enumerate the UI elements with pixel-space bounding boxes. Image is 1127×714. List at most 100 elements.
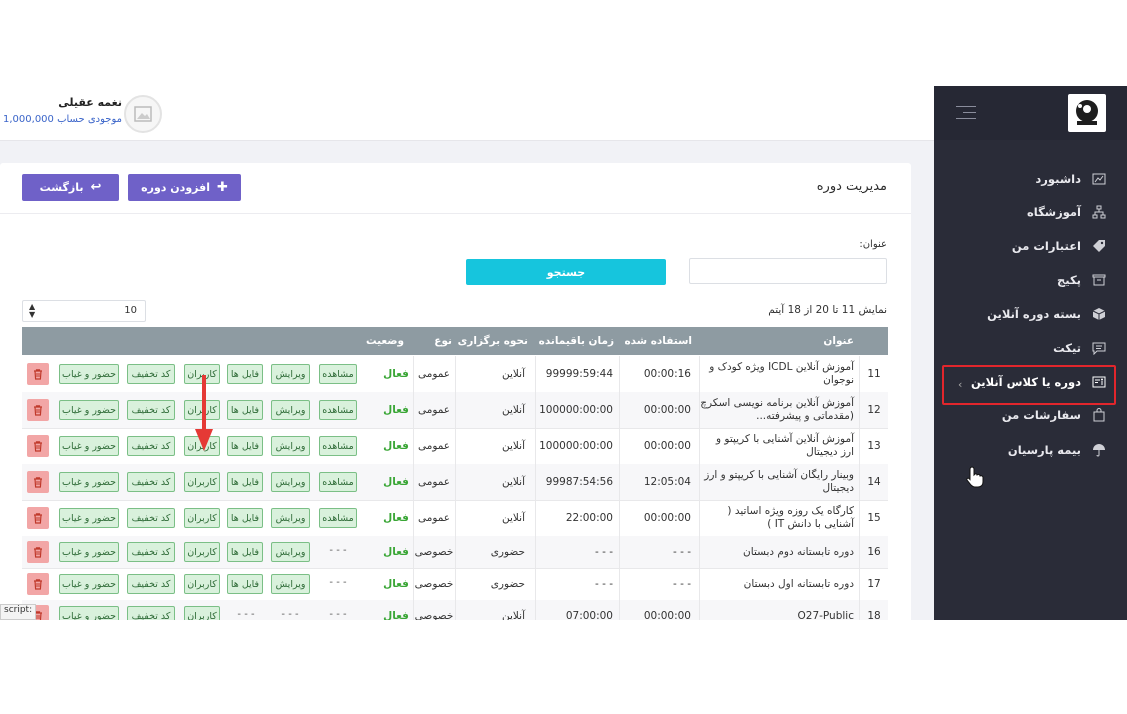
view-button[interactable]: مشاهده: [319, 400, 357, 420]
course-type: عمومی: [413, 428, 456, 464]
users-button[interactable]: کاربران: [184, 542, 220, 562]
edit-button[interactable]: ویرایش: [271, 508, 310, 528]
discount-code-button[interactable]: کد تخفیف: [127, 364, 175, 384]
edit-button[interactable]: ویرایش: [271, 574, 310, 594]
attendance-button[interactable]: حضور و غیاب: [59, 574, 119, 594]
delete-button[interactable]: [27, 435, 49, 457]
users-button[interactable]: کاربران: [184, 508, 220, 528]
time-remaining: 99999:59:44: [536, 356, 620, 392]
files-button[interactable]: فایل ها: [227, 472, 263, 492]
discount-code-button[interactable]: کد تخفیف: [127, 542, 175, 562]
time-used: 00:00:00: [620, 392, 700, 428]
back-button[interactable]: ↩ بازگشت: [22, 174, 119, 201]
edit-button[interactable]: ویرایش: [271, 472, 310, 492]
discount-code-button[interactable]: کد تخفیف: [127, 436, 175, 456]
row-index: 18: [859, 600, 888, 620]
sidebar-item-orders[interactable]: سفارشات من: [934, 404, 1127, 426]
table-row: 11 آموزش آنلاین ICDL ویژه کودک و نوجوان 00…: [22, 356, 888, 393]
view-button[interactable]: مشاهده: [319, 364, 357, 384]
delivery-mode: آنلاین: [456, 464, 536, 500]
discount-code-button[interactable]: کد تخفیف: [127, 472, 175, 492]
menu-toggle-icon[interactable]: [956, 106, 976, 120]
files-button[interactable]: فایل ها: [227, 508, 263, 528]
delivery-mode: حضوری: [456, 568, 536, 600]
edit-button[interactable]: ویرایش: [271, 436, 310, 456]
users-button[interactable]: کاربران: [184, 472, 220, 492]
users-button[interactable]: کاربران: [184, 606, 220, 620]
files-button[interactable]: فایل ها: [227, 542, 263, 562]
time-used: 00:00:00: [620, 500, 700, 536]
sidebar-item-online-class[interactable]: دوره یا کلاس آنلاین: [934, 371, 1127, 393]
time-used: 00:00:00: [620, 428, 700, 464]
view-button[interactable]: مشاهده: [319, 508, 357, 528]
column-held[interactable]: نحوه برگزاری: [458, 327, 528, 355]
search-button[interactable]: جستجو: [466, 259, 666, 285]
column-used[interactable]: استفاده شده: [624, 327, 692, 355]
table-row: 13 آموزش آنلاین آشنایی با کریپتو و ارز دی…: [22, 428, 888, 465]
title-filter-input[interactable]: [689, 258, 887, 284]
empty-action-placeholder: - - -: [281, 609, 299, 620]
discount-code-button[interactable]: کد تخفیف: [127, 400, 175, 420]
attendance-button[interactable]: حضور و غیاب: [59, 400, 119, 420]
trash-icon: [34, 547, 42, 558]
sidebar-item-insurance[interactable]: بیمه پارسیان: [934, 439, 1127, 461]
discount-code-button[interactable]: کد تخفیف: [127, 508, 175, 528]
status-badge: فعال: [379, 464, 414, 500]
time-used: 12:05:04: [620, 464, 700, 500]
page-size-select[interactable]: 10 ▲ ▼: [22, 300, 146, 322]
row-index: 13: [859, 428, 888, 464]
card-divider: [0, 213, 911, 214]
column-type[interactable]: نوع: [434, 327, 452, 355]
attendance-button[interactable]: حضور و غیاب: [59, 606, 119, 620]
view-button[interactable]: مشاهده: [319, 472, 357, 492]
attendance-button[interactable]: حضور و غیاب: [59, 364, 119, 384]
column-title[interactable]: عنوان: [823, 327, 854, 355]
delete-button[interactable]: [27, 399, 49, 421]
files-button[interactable]: فایل ها: [227, 364, 263, 384]
files-button[interactable]: فایل ها: [227, 400, 263, 420]
hand-cursor-icon: [966, 466, 984, 488]
sidebar-item-school[interactable]: آموزشگاه: [934, 201, 1127, 223]
sidebar: داشبورد آموزشگاه اعتبارات من پکیج بسته د…: [934, 86, 1127, 620]
view-button[interactable]: مشاهده: [319, 436, 357, 456]
discount-code-button[interactable]: کد تخفیف: [127, 574, 175, 594]
attendance-button[interactable]: حضور و غیاب: [59, 436, 119, 456]
edit-button[interactable]: ویرایش: [271, 542, 310, 562]
time-remaining: - - -: [536, 536, 620, 568]
course-title: دوره تابستانه اول دبستان: [743, 577, 854, 590]
attendance-button[interactable]: حضور و غیاب: [59, 472, 119, 492]
discount-code-button[interactable]: کد تخفیف: [127, 606, 175, 620]
add-course-button[interactable]: ✚ افزودن دوره: [128, 174, 241, 201]
empty-action-placeholder: - - -: [329, 609, 347, 620]
table-header: عنوان استفاده شده زمان باقیمانده نحوه بر…: [22, 327, 888, 355]
column-status[interactable]: وضعیت: [366, 327, 404, 355]
edit-button[interactable]: ویرایش: [271, 364, 310, 384]
user-avatar[interactable]: [124, 95, 162, 133]
red-arrow-annotation: [195, 375, 213, 451]
sidebar-item-label: بیمه پارسیان: [1007, 443, 1081, 457]
delete-button[interactable]: [27, 471, 49, 493]
row-index: 16: [859, 536, 888, 568]
table-row: 18 O27-Public 00:00:00 07:00:00 آنلاین خصوصی ف…: [22, 600, 888, 620]
attendance-button[interactable]: حضور و غیاب: [59, 542, 119, 562]
sidebar-item-ticket[interactable]: تیکت: [934, 337, 1127, 359]
brand-logo[interactable]: [1068, 94, 1106, 132]
delete-button[interactable]: [27, 541, 49, 563]
delete-button[interactable]: [27, 507, 49, 529]
sidebar-item-online-bundle[interactable]: بسته دوره آنلاین: [934, 303, 1127, 325]
files-button[interactable]: فایل ها: [227, 436, 263, 456]
course-type: عمومی: [413, 500, 456, 536]
sidebar-item-dashboard[interactable]: داشبورد: [934, 168, 1127, 190]
users-button[interactable]: کاربران: [184, 574, 220, 594]
files-button[interactable]: فایل ها: [227, 574, 263, 594]
delete-button[interactable]: [27, 363, 49, 385]
sitemap-icon: [1091, 204, 1107, 220]
row-actions: مشاهده ویرایش فایل ها کاربران کد تخفیف حضور و…: [22, 500, 380, 536]
time-used: 00:00:00: [620, 600, 700, 620]
sidebar-item-credits[interactable]: اعتبارات من: [934, 235, 1127, 257]
sidebar-item-package[interactable]: پکیج: [934, 269, 1127, 291]
edit-button[interactable]: ویرایش: [271, 400, 310, 420]
delete-button[interactable]: [27, 573, 49, 595]
column-remaining[interactable]: زمان باقیمانده: [539, 327, 614, 355]
attendance-button[interactable]: حضور و غیاب: [59, 508, 119, 528]
